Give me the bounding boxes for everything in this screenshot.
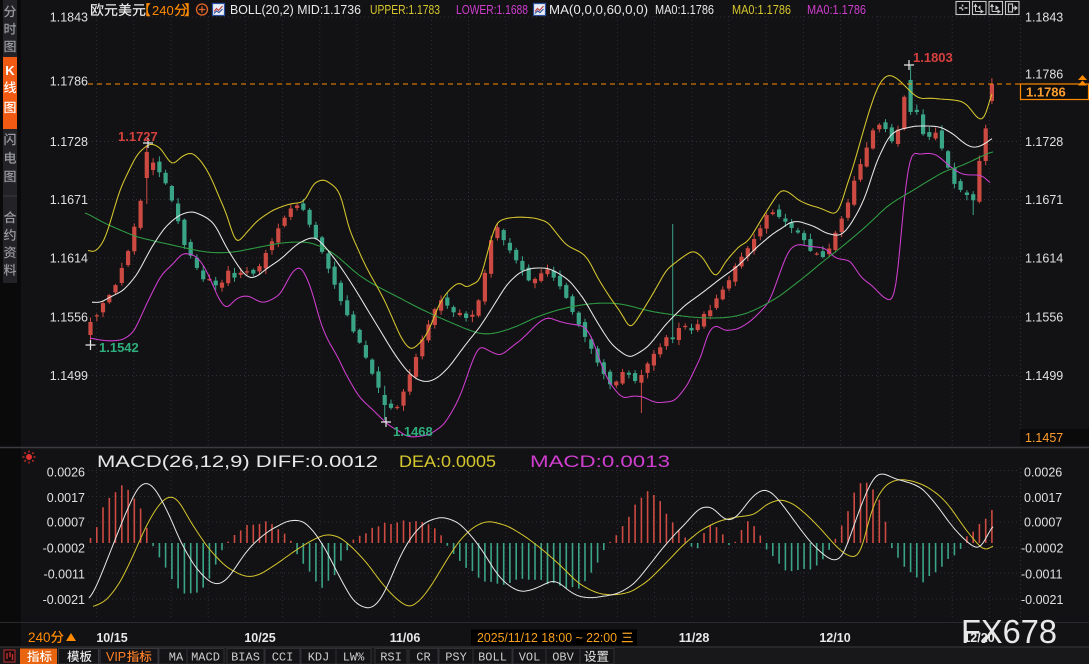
svg-text:MA0:1.1786: MA0:1.1786 [732,3,791,17]
svg-text:MACD(26,12,9) DIFF:0.0012: MACD(26,12,9) DIFF:0.0012 [97,453,378,471]
svg-text:VOL: VOL [519,651,541,664]
svg-text:1.1843: 1.1843 [1025,11,1063,25]
svg-text:LW%: LW% [343,651,365,664]
svg-text:0.0007: 0.0007 [1024,516,1062,530]
svg-text:MA0:1.1786: MA0:1.1786 [655,3,714,17]
svg-text:1.1728: 1.1728 [1025,135,1063,149]
svg-text:CR: CR [416,651,430,664]
svg-text:1.1843: 1.1843 [50,11,88,25]
svg-text:1.1671: 1.1671 [50,193,88,207]
svg-text:1.1786: 1.1786 [1026,85,1066,100]
svg-text:1.1499: 1.1499 [1025,369,1063,383]
svg-text:MA: MA [169,651,184,664]
svg-text:MA0:1.1786: MA0:1.1786 [807,3,866,17]
svg-text:VIP: VIP [106,650,126,664]
svg-text:240: 240 [152,3,174,18]
svg-text:1.1671: 1.1671 [1025,193,1063,207]
svg-text:1.1786: 1.1786 [50,75,88,89]
svg-text:1.1614: 1.1614 [1025,252,1063,266]
svg-text:1.1803: 1.1803 [913,50,953,65]
svg-text:1.1728: 1.1728 [50,135,88,149]
svg-text:DEA:0.0005: DEA:0.0005 [399,453,496,471]
svg-text:1.1457: 1.1457 [1025,431,1063,445]
svg-text:OBV: OBV [552,651,574,664]
svg-text:0.0007: 0.0007 [47,516,85,530]
svg-text:-0.0011: -0.0011 [1021,568,1063,582]
svg-text:-0.0021: -0.0021 [1021,593,1063,607]
svg-text:K: K [5,63,15,78]
svg-text:LOWER:1.1688: LOWER:1.1688 [456,3,528,17]
svg-text:1.1786: 1.1786 [1025,68,1063,82]
svg-text:-0.0002: -0.0002 [43,542,85,556]
svg-text:240: 240 [28,630,51,645]
svg-text:BOLL(20,2) MID:1.1736: BOLL(20,2) MID:1.1736 [230,3,361,17]
svg-text:10/15: 10/15 [96,631,127,645]
svg-text:RSI: RSI [380,651,402,664]
svg-text:1.1556: 1.1556 [50,311,88,325]
svg-text:MACD:0.0013: MACD:0.0013 [530,453,670,471]
svg-text:1.1542: 1.1542 [99,340,139,355]
svg-text:MACD: MACD [191,651,220,664]
svg-text:PSY: PSY [445,651,467,664]
svg-text:MA(0,0,0,60,0,0): MA(0,0,0,60,0,0) [549,3,648,17]
svg-text:1.1727: 1.1727 [118,129,158,144]
svg-text:BIAS: BIAS [231,651,260,664]
svg-text:0.0017: 0.0017 [1024,491,1062,505]
svg-text:11/28: 11/28 [679,631,710,645]
svg-text:-0.0021: -0.0021 [43,593,85,607]
svg-text:1.1499: 1.1499 [50,369,88,383]
svg-text:1.1556: 1.1556 [1025,311,1063,325]
svg-text:UPPER:1.1783: UPPER:1.1783 [370,3,440,17]
svg-text:BOLL: BOLL [478,651,507,664]
svg-text:-0.0011: -0.0011 [44,568,86,582]
svg-text:-0.0002: -0.0002 [1021,542,1063,556]
svg-text:12/10: 12/10 [819,631,850,645]
svg-text:1.1468: 1.1468 [393,424,433,439]
svg-text:10/25: 10/25 [244,631,275,645]
svg-text:CCI: CCI [272,651,294,664]
svg-text:11/06: 11/06 [390,631,421,645]
svg-text:0.0026: 0.0026 [1024,466,1062,480]
svg-text:KDJ: KDJ [308,651,330,664]
svg-text:0.0026: 0.0026 [47,466,85,480]
svg-text:0.0017: 0.0017 [47,491,85,505]
svg-text:1.1614: 1.1614 [50,252,88,266]
svg-text:FX678: FX678 [961,613,1057,650]
svg-text:2025/11/12 18:00 ~ 22:00: 2025/11/12 18:00 ~ 22:00 [477,631,617,645]
